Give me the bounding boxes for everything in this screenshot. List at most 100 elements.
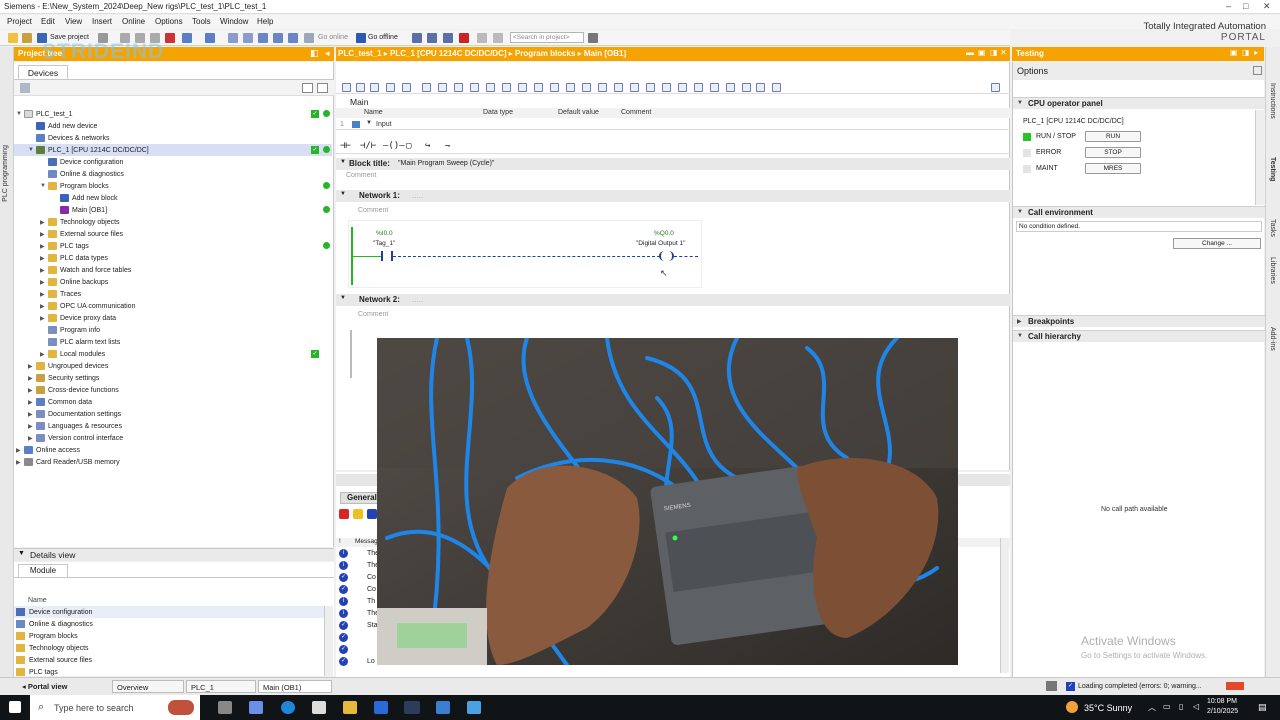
menu-help[interactable]: Help	[257, 17, 273, 26]
tree-item-traces[interactable]: ▶ Traces	[40, 288, 81, 300]
float-icon[interactable]: ▣	[1230, 48, 1238, 57]
tab-general[interactable]: General	[340, 492, 380, 504]
stop-button[interactable]: STOP	[1085, 147, 1141, 158]
options-icon[interactable]	[1253, 66, 1262, 75]
go-online-button[interactable]: Go online	[318, 34, 348, 41]
call-hierarchy-header[interactable]: ▼ Call hierarchy	[1013, 330, 1265, 342]
block-title-value[interactable]: "Main Program Sweep (Cycle)"	[398, 160, 494, 167]
message-row[interactable]: Lo	[367, 658, 375, 665]
tab-instructions[interactable]: Instructions	[1269, 83, 1276, 119]
scrollbar[interactable]	[1000, 538, 1009, 673]
download-icon[interactable]	[273, 33, 283, 43]
minimize-icon[interactable]: –	[1226, 1, 1231, 11]
tree-item-plc-data-types[interactable]: ▶ PLC data types	[40, 252, 108, 264]
call-environment-header[interactable]: ▼ Call environment	[1013, 206, 1265, 218]
interface-row-input[interactable]: 1 ▼ Input	[336, 120, 1010, 130]
list-item[interactable]: Device configuration	[14, 606, 326, 618]
mres-button[interactable]: MRES	[1085, 163, 1141, 174]
collapse-icon[interactable]: ▼	[1017, 333, 1023, 339]
menu-options[interactable]: Options	[155, 17, 183, 26]
tree-item-program-info[interactable]: Program info	[40, 324, 100, 336]
panel-arrow-icon[interactable]: ◂	[325, 48, 330, 59]
details-view-header[interactable]: ▼ Details view	[14, 548, 334, 561]
tree-options-icon[interactable]	[20, 83, 30, 93]
network-1-header[interactable]: ▼ Network 1: .....	[336, 190, 1010, 202]
change-button[interactable]: Change ...	[1173, 238, 1261, 249]
empty-box-icon[interactable]: ▢	[406, 141, 411, 151]
list-item[interactable]: External source files	[14, 654, 326, 666]
scrollbar[interactable]	[324, 606, 333, 676]
col-name[interactable]: Name	[364, 109, 383, 116]
menu-edit[interactable]: Edit	[41, 17, 55, 26]
list-item[interactable]: Online & diagnostics	[14, 618, 326, 630]
tree-item-local-modules[interactable]: ▶ Local modules	[40, 348, 105, 360]
cross-reference-icon[interactable]	[459, 33, 469, 43]
collapse-icon[interactable]: ▼	[1017, 209, 1023, 215]
run-button[interactable]: RUN	[1085, 131, 1141, 142]
message-row[interactable]: Th	[367, 598, 375, 605]
info-filter-icon[interactable]	[367, 509, 377, 519]
tree-item-main-ob1[interactable]: Main [OB1]	[52, 204, 107, 216]
search-go-icon[interactable]	[588, 33, 598, 43]
breadcrumb[interactable]: PLC_test_1 ▸ PLC_1 [CPU 1214C DC/DC/DC] …	[338, 49, 626, 58]
editor-tool-icon[interactable]	[356, 83, 365, 92]
upload-icon[interactable]	[288, 33, 298, 43]
file-explorer-icon[interactable]	[343, 701, 357, 714]
open-branch-icon[interactable]: ↪	[425, 141, 430, 151]
editor-tool-icon[interactable]	[550, 83, 559, 92]
tab-module[interactable]: Module	[18, 564, 68, 577]
collapse-icon[interactable]: ▼	[16, 111, 24, 117]
editor-tool-icon[interactable]	[370, 83, 379, 92]
network-2-comment[interactable]: Comment	[358, 311, 388, 318]
maximize-icon[interactable]: □	[1243, 1, 1248, 11]
editor-tool-icon[interactable]	[438, 83, 447, 92]
tree-item-add-device[interactable]: Add new device	[28, 120, 97, 132]
tab-overview[interactable]: Overview	[112, 680, 184, 693]
editor-tool-icon[interactable]	[518, 83, 527, 92]
editor-tool-icon[interactable]	[470, 83, 479, 92]
split-vertical-icon[interactable]	[477, 33, 487, 43]
clock-date[interactable]: 2/10/2025	[1207, 708, 1238, 715]
tab-testing[interactable]: Testing	[1269, 157, 1276, 181]
collapse-icon[interactable]: ▼	[18, 550, 25, 557]
errors-filter-icon[interactable]	[339, 509, 349, 519]
editor-tool-icon[interactable]	[756, 83, 765, 92]
tree-item-online-diagnostics[interactable]: Online & diagnostics	[40, 168, 124, 180]
message-row[interactable]: Co	[367, 586, 376, 593]
expand-icon[interactable]: ▶	[1017, 318, 1022, 325]
editor-tool-icon[interactable]	[662, 83, 671, 92]
editor-tool-icon[interactable]	[614, 83, 623, 92]
tab-main-ob1[interactable]: Main (OB1)	[258, 680, 332, 693]
volume-icon[interactable]: ◁	[1193, 702, 1199, 711]
editor-tool-icon[interactable]	[678, 83, 687, 92]
maximize-icon[interactable]: ◨	[990, 48, 998, 57]
editor-tool-icon[interactable]	[422, 83, 431, 92]
cpu-operator-panel-header[interactable]: ▼ CPU operator panel	[1013, 97, 1265, 109]
tree-item-security[interactable]: ▶ Security settings	[28, 372, 99, 384]
menu-online[interactable]: Online	[122, 17, 145, 26]
undo-icon[interactable]	[182, 33, 192, 43]
weather-text[interactable]: 35°C Sunny	[1084, 703, 1132, 713]
network-2-title[interactable]: .....	[412, 295, 423, 304]
tree-item-devices-networks[interactable]: Devices & networks	[28, 132, 109, 144]
editor-tool-icon[interactable]	[534, 83, 543, 92]
editor-tool-icon[interactable]	[502, 83, 511, 92]
tree-item-cross-device[interactable]: ▶ Cross-device functions	[28, 384, 119, 396]
contact-address[interactable]: %I0.0	[376, 230, 393, 237]
scrollbar[interactable]	[1255, 110, 1264, 205]
tree-item-online-access[interactable]: ▶ Online access	[16, 444, 80, 456]
grid-icon[interactable]	[317, 83, 328, 93]
editor-tool-icon[interactable]	[726, 83, 735, 92]
battery-icon[interactable]: ▯	[1179, 702, 1183, 711]
store-icon[interactable]	[312, 701, 326, 714]
normally-open-contact-icon[interactable]: ⊣⊢	[340, 141, 351, 151]
tab-addins[interactable]: Add-ins	[1269, 327, 1276, 351]
coil-icon[interactable]: –()–	[383, 141, 405, 151]
project-search-input[interactable]: <Search in project>	[510, 32, 584, 43]
mail-icon[interactable]	[374, 701, 388, 714]
maximize-icon[interactable]: ◨	[1242, 48, 1250, 57]
tree-item-watch-force[interactable]: ▶ Watch and force tables	[40, 264, 131, 276]
collapse-icon[interactable]: ▼	[1017, 100, 1023, 106]
notification-icon[interactable]: ▤	[1258, 702, 1267, 713]
editor-tool-icon[interactable]	[486, 83, 495, 92]
